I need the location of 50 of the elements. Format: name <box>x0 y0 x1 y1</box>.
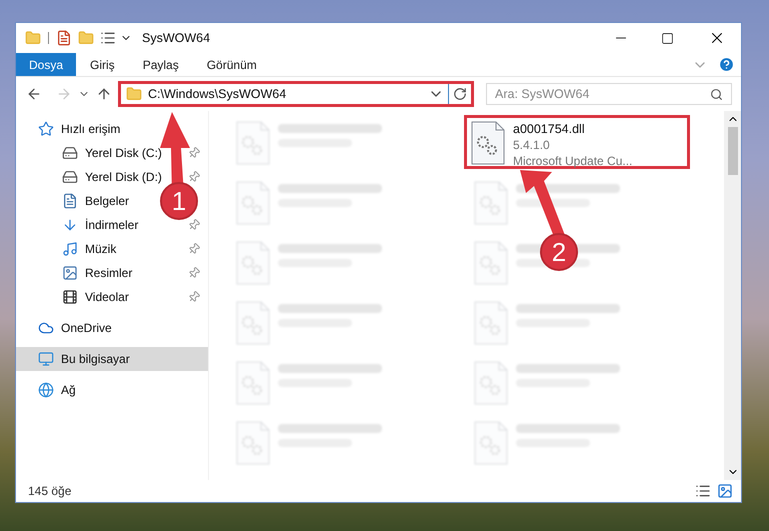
sidebar-item[interactable]: OneDrive <box>38 319 112 337</box>
sidebar-item[interactable]: Videolar <box>62 288 129 306</box>
music-note-icon <box>62 241 78 257</box>
sidebar-item[interactable]: Müzik <box>62 240 116 258</box>
window-title: SysWOW64 <box>142 30 210 47</box>
up-icon[interactable] <box>96 86 112 102</box>
list-icon[interactable] <box>100 30 116 46</box>
search-input[interactable]: Ara: SysWOW64 <box>495 84 710 104</box>
scrollbar-thumb[interactable] <box>728 127 738 175</box>
sidebar-item[interactable]: Bu bilgisayar <box>38 350 130 368</box>
sidebar-item[interactable]: Yerel Disk (C:) <box>62 144 162 162</box>
file-gear-icon <box>471 121 505 165</box>
drive-icon <box>62 169 78 185</box>
document-icon <box>62 193 78 209</box>
sidebar-item[interactable]: Ağ <box>38 381 76 399</box>
network-icon <box>38 382 54 398</box>
back-icon[interactable] <box>26 86 42 102</box>
cloud-icon <box>38 320 54 336</box>
scrollbar[interactable] <box>724 111 741 480</box>
star-icon <box>38 121 54 137</box>
address-path: C:\Windows\SysWOW64 <box>148 86 288 103</box>
film-icon <box>62 289 78 305</box>
sidebar-item[interactable]: Resimler <box>62 264 132 282</box>
tiles-view-icon[interactable] <box>717 483 733 499</box>
sidebar-item[interactable]: Belgeler <box>62 192 130 210</box>
refresh-icon[interactable] <box>453 87 467 101</box>
drive-icon <box>62 145 78 161</box>
properties-icon[interactable] <box>56 30 72 46</box>
file-type: Microsoft Update Cu... <box>513 153 632 169</box>
file-item[interactable]: a0001754.dll 5.4.1.0 Microsoft Update Cu... <box>464 115 690 169</box>
picture-icon <box>62 265 78 281</box>
computer-icon <box>38 351 54 367</box>
address-bar[interactable]: C:\Windows\SysWOW64 <box>118 81 474 107</box>
file-name: a0001754.dll <box>513 121 586 137</box>
file-version: 5.4.1.0 <box>513 137 551 153</box>
file-tab[interactable]: Dosya <box>16 53 76 76</box>
download-icon <box>62 217 78 233</box>
maximize-icon[interactable] <box>661 32 674 44</box>
sidebar-item[interactable]: Hızlı erişim <box>38 120 120 138</box>
ribbon-tab[interactable]: Paylaş <box>128 53 193 76</box>
sidebar-item[interactable]: Yerel Disk (D:) <box>62 168 162 186</box>
help-icon[interactable] <box>718 56 735 73</box>
search-icon[interactable] <box>710 88 723 100</box>
search-field[interactable]: Ara: SysWOW64 <box>486 83 732 105</box>
sidebar-item[interactable]: İndirmeler <box>62 216 138 234</box>
ribbon-tab[interactable]: Giriş <box>76 53 129 76</box>
ribbon-tab[interactable]: Görünüm <box>192 53 271 76</box>
details-view-icon[interactable] <box>695 483 711 499</box>
folder-icon <box>126 86 142 102</box>
item-count: 145 öğe <box>28 483 72 500</box>
